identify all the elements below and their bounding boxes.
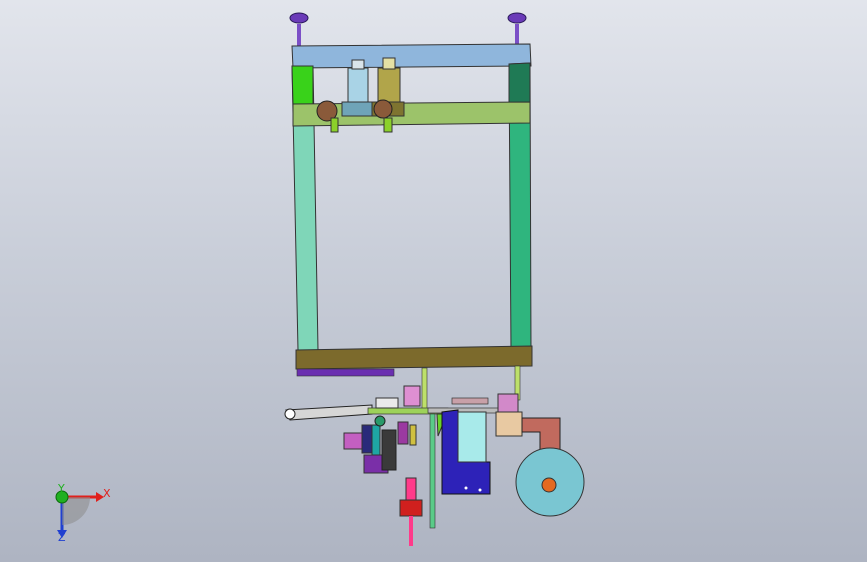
x-axis-label: X bbox=[103, 487, 111, 500]
machine-frame[interactable] bbox=[291, 43, 533, 377]
cad-viewport[interactable]: X Y Z bbox=[0, 0, 867, 562]
top-beam bbox=[291, 43, 532, 69]
bottom-beam bbox=[295, 345, 533, 370]
lower-mechanism[interactable] bbox=[284, 365, 585, 546]
y-axis-label: Y bbox=[57, 482, 65, 495]
leveling-foot-left[interactable] bbox=[289, 12, 309, 46]
right-post-top bbox=[508, 62, 531, 104]
leveling-foot-right[interactable] bbox=[507, 12, 527, 46]
bottom-accent-bar bbox=[296, 368, 395, 377]
axis-triad: X Y Z bbox=[55, 482, 111, 544]
z-axis-label: Z bbox=[58, 531, 66, 544]
left-post-top bbox=[291, 65, 314, 105]
